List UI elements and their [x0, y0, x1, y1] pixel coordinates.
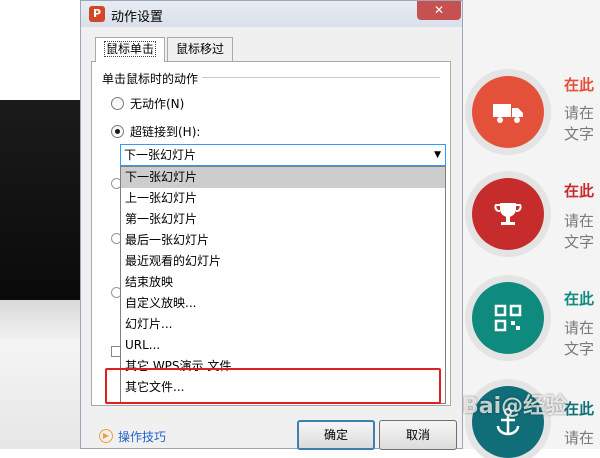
slide-item-text: 文字 [564, 233, 595, 251]
qr-code-icon [494, 304, 522, 332]
slide-floor [0, 300, 82, 340]
chevron-down-icon[interactable]: ▼ [434, 145, 441, 165]
slide-item-title: 在此 [564, 76, 595, 94]
slide-dark-band [0, 100, 82, 300]
dialog-title: 动作设置 [111, 10, 164, 25]
trophy-icon [494, 203, 522, 225]
dropdown-item[interactable]: 自定义放映... [121, 293, 445, 314]
slide-item-text: 文字 [564, 125, 595, 143]
slide-item-title: 在此 [564, 182, 595, 200]
tab-mouse-click[interactable]: 鼠标单击 [95, 37, 166, 62]
slide-item-title: 在此 [564, 400, 595, 418]
radio-no-action[interactable] [111, 97, 124, 110]
close-button[interactable]: ✕ [417, 1, 461, 20]
highlight-annotation-box [105, 368, 441, 404]
dropdown-item[interactable]: 最近观看的幻灯片 [121, 251, 445, 272]
slide-base [0, 340, 82, 449]
dialog-titlebar: P 动作设置 ✕ [81, 1, 462, 27]
radio-hyperlink-label[interactable]: 超链接到(H): [130, 123, 200, 140]
ok-button[interactable]: 确定 [297, 420, 375, 450]
truck-icon [493, 104, 523, 123]
qr-code-circle [472, 282, 544, 354]
tab-label: 鼠标移过 [176, 42, 225, 56]
slide-item-text: 请在 [564, 429, 595, 447]
radio-hyperlink[interactable] [111, 125, 124, 138]
dropdown-item[interactable]: 第一张幻灯片 [121, 209, 445, 230]
radio-no-action-label[interactable]: 无动作(N) [130, 95, 184, 112]
wps-presentation-icon: P [89, 6, 105, 22]
trophy-circle [472, 178, 544, 250]
dropdown-item[interactable]: 下一张幻灯片 [121, 167, 445, 188]
slide-item-text: 请在 [564, 212, 595, 230]
slide-item-text: 文字 [564, 340, 595, 358]
dropdown-item[interactable]: 结束放映 [121, 272, 445, 293]
slide-item-text: 请在 [564, 319, 595, 337]
watermark: Bai@经验 [462, 394, 568, 419]
dropdown-item[interactable]: 幻灯片... [121, 314, 445, 335]
group-label: 单击鼠标时的动作 [102, 70, 203, 87]
dropdown-item[interactable]: 上一张幻灯片 [121, 188, 445, 209]
truck-circle [472, 76, 544, 148]
slide-item-title: 在此 [564, 290, 595, 308]
slide-item-text: 请在 [564, 104, 595, 122]
dropdown-item[interactable]: 最后一张幻灯片 [121, 230, 445, 251]
hyperlink-select[interactable]: 下一张幻灯片 ▼ [120, 144, 446, 166]
tab-panel: 单击鼠标时的动作 无动作(N) 超链接到(H): 下一张幻灯片 ▼ 下一张幻灯片… [91, 61, 451, 406]
tab-label: 鼠标单击 [104, 41, 157, 57]
group-divider [192, 77, 440, 78]
select-value: 下一张幻灯片 [124, 148, 197, 162]
cancel-button[interactable]: 取消 [379, 420, 457, 450]
dropdown-item[interactable]: URL... [121, 335, 445, 356]
play-help-icon[interactable]: ▶ [99, 429, 113, 443]
tab-mouse-over[interactable]: 鼠标移过 [167, 37, 234, 61]
tips-link[interactable]: 操作技巧 [118, 428, 166, 445]
